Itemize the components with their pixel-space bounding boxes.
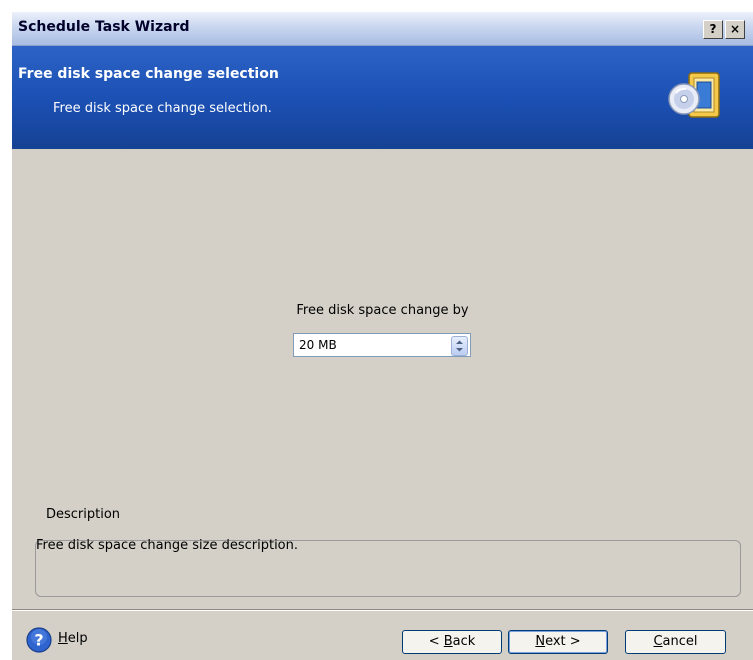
back-prefix: < bbox=[428, 634, 444, 649]
description-legend: Description bbox=[42, 507, 125, 522]
title-help-button[interactable]: ? bbox=[703, 20, 723, 39]
spinbox-value[interactable]: 20 MB bbox=[299, 338, 337, 352]
free-space-change-label: Free disk space change by bbox=[296, 303, 469, 318]
help-icon[interactable]: ? bbox=[26, 627, 52, 653]
title-bar[interactable]: Schedule Task Wizard ? × bbox=[12, 12, 753, 46]
footer-divider bbox=[12, 609, 753, 611]
spin-arrows-icon[interactable] bbox=[451, 336, 468, 356]
help-label-rest: elp bbox=[67, 631, 88, 646]
next-mnemonic: N bbox=[535, 634, 546, 649]
description-text: Free disk space change size description. bbox=[36, 538, 299, 553]
wizard-disk-door-icon bbox=[668, 72, 720, 118]
svg-text:?: ? bbox=[34, 631, 43, 650]
cancel-label-rest: ancel bbox=[662, 634, 698, 649]
free-space-change-spinbox[interactable]: 20 MB bbox=[293, 333, 471, 357]
header-subtitle: Free disk space change selection. bbox=[53, 101, 272, 116]
window-title: Schedule Task Wizard bbox=[18, 19, 190, 35]
help-link[interactable]: Help bbox=[58, 631, 88, 646]
back-label-rest: ack bbox=[452, 634, 476, 649]
title-close-button[interactable]: × bbox=[725, 20, 745, 39]
wizard-window: Schedule Task Wizard ? × Free disk space… bbox=[12, 12, 753, 660]
cancel-button[interactable]: Cancel bbox=[625, 630, 726, 654]
header-title: Free disk space change selection bbox=[18, 66, 279, 82]
wizard-header: Free disk space change selection Free di… bbox=[12, 46, 753, 149]
back-button[interactable]: < Back bbox=[402, 630, 502, 654]
help-mnemonic: H bbox=[58, 631, 68, 646]
back-mnemonic: B bbox=[443, 634, 453, 649]
next-label-rest: ext > bbox=[545, 634, 581, 649]
cancel-mnemonic: C bbox=[653, 634, 663, 649]
next-button[interactable]: Next > bbox=[508, 630, 608, 654]
